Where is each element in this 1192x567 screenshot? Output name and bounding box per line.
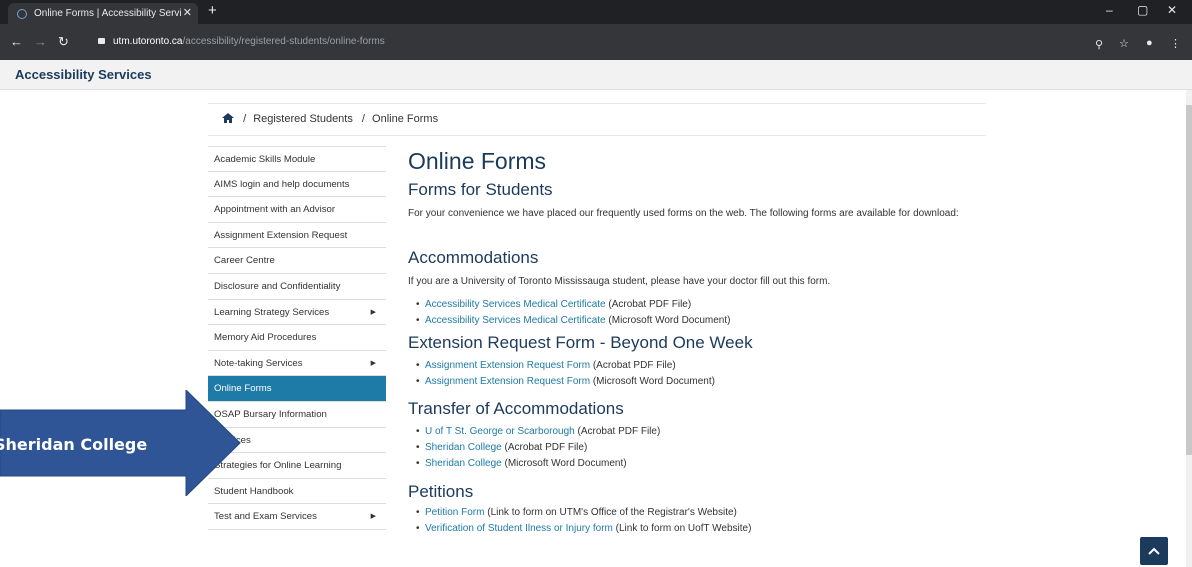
maximize-icon[interactable]: ▢ (1137, 3, 1148, 17)
file-type-note: (Acrobat PDF File) (590, 360, 676, 371)
petitions-list: Petition Form (Link to form on UTM's Off… (408, 505, 978, 537)
home-icon[interactable] (222, 113, 234, 123)
sidebar-item-label: Disclosure and Confidentiality (214, 280, 341, 292)
sidebar-item-learning-strategy[interactable]: Learning Strategy Services ▶ (208, 300, 386, 326)
sidebar-item-label: Appointment with an Advisor (214, 204, 336, 216)
forms-for-students-heading: Forms for Students (408, 180, 553, 199)
accommodations-list: Accessibility Services Medical Certifica… (408, 297, 978, 333)
site-title[interactable]: Accessibility Services (15, 67, 152, 82)
breadcrumb-online-forms: Online Forms (372, 113, 439, 125)
verification-illness-link[interactable]: Verification of Student Ilness or Injury… (425, 523, 613, 534)
lock-icon (98, 38, 105, 44)
list-item: Petition Form (Link to form on UTM's Off… (408, 505, 978, 521)
accommodations-text: If you are a University of Toronto Missi… (408, 276, 831, 287)
sidebar-item-aims-login[interactable]: AIMS login and help documents (208, 172, 386, 198)
chevron-right-icon: ▶ (370, 513, 376, 521)
uoft-st-george-link[interactable]: U of T St. George or Scarborough (425, 426, 575, 437)
file-type-note: (Acrobat PDF File) (574, 426, 661, 437)
link-note: (Link to form on UofT Website) (612, 523, 752, 534)
list-item: Sheridan College (Acrobat PDF File) (408, 440, 978, 456)
forward-icon[interactable]: → (34, 35, 47, 48)
file-type-note: (Acrobat PDF File) (605, 299, 692, 310)
link-note: (Link to form on UTM's Office of the Reg… (484, 507, 737, 518)
url-path: /accessibility/registered-students/onlin… (182, 36, 385, 47)
extension-form-doc-link[interactable]: Assignment Extension Request Form (425, 376, 590, 387)
list-item: Accessibility Services Medical Certifica… (408, 313, 978, 329)
extension-list: Assignment Extension Request Form (Acrob… (408, 358, 978, 399)
breadcrumb: / Registered Students / Online Forms (208, 103, 986, 136)
file-type-note: (Microsoft Word Document) (501, 458, 627, 469)
minimize-icon[interactable]: – (1106, 3, 1113, 17)
main-content: Online Forms Forms for Students For your… (408, 148, 978, 537)
medical-certificate-pdf-link[interactable]: Accessibility Services Medical Certifica… (425, 299, 606, 310)
sheridan-college-pdf-link[interactable]: Sheridan College (425, 442, 502, 453)
menu-kebab-icon[interactable]: ⋮ (1170, 37, 1181, 50)
list-item: U of T St. George or Scarborough (Acroba… (408, 424, 978, 440)
address-bar[interactable]: utm.utoronto.ca/accessibility/registered… (86, 30, 1176, 54)
sidebar-item-label: Assignment Extension Request (214, 229, 348, 241)
list-item: Accessibility Services Medical Certifica… (408, 297, 978, 313)
sidebar-item-label: Note-taking Services (214, 357, 303, 369)
transfer-list: U of T St. George or Scarborough (Acroba… (408, 424, 978, 482)
sidebar-item-note-taking[interactable]: Note-taking Services ▶ (208, 351, 386, 377)
sidebar-item-appointment[interactable]: Appointment with an Advisor (208, 197, 386, 223)
file-type-note: (Acrobat PDF File) (501, 442, 588, 453)
sidebar-item-assignment-extension[interactable]: Assignment Extension Request (208, 223, 386, 249)
file-type-note: (Microsoft Word Document) (605, 315, 731, 326)
chevron-right-icon: ▶ (370, 308, 376, 316)
tab-title: Online Forms | Accessibility Servi (34, 8, 182, 19)
sidebar-item-test-exam[interactable]: Test and Exam Services ▶ (208, 504, 386, 530)
sidebar-item-label: Learning Strategy Services (214, 306, 330, 318)
back-to-top-button[interactable] (1140, 537, 1168, 565)
new-tab-icon[interactable]: + (208, 2, 217, 19)
site-header: Accessibility Services (0, 60, 1192, 90)
browser-toolbar: ← → ↻ utm.utoronto.ca/accessibility/regi… (0, 24, 1192, 60)
extension-form-pdf-link[interactable]: Assignment Extension Request Form (425, 360, 590, 371)
reload-icon[interactable]: ↻ (58, 35, 69, 48)
list-item: Assignment Extension Request Form (Micro… (408, 374, 978, 390)
medical-certificate-doc-link[interactable]: Accessibility Services Medical Certifica… (425, 315, 606, 326)
callout-text: Sheridan College (0, 435, 148, 454)
close-window-icon[interactable]: ✕ (1167, 3, 1177, 17)
chevron-up-icon (1148, 547, 1160, 555)
sidebar-item-career-centre[interactable]: Career Centre (208, 248, 386, 274)
bookmark-star-icon[interactable]: ☆ (1119, 37, 1129, 50)
file-type-note: (Microsoft Word Document) (590, 376, 715, 387)
sidebar-item-memory-aid[interactable]: Memory Aid Procedures (208, 325, 386, 351)
sidebar-item-label: AIMS login and help documents (214, 178, 350, 190)
close-tab-icon[interactable]: ✕ (183, 3, 192, 24)
transfer-heading: Transfer of Accommodations (408, 399, 624, 418)
sidebar-item-label: Career Centre (214, 255, 275, 267)
zoom-icon[interactable]: ⚲ (1095, 38, 1103, 51)
accommodations-heading: Accommodations (408, 248, 539, 267)
browser-tab-strip: Online Forms | Accessibility Servi ✕ + –… (0, 0, 1192, 24)
extension-heading: Extension Request Form - Beyond One Week (408, 333, 753, 352)
breadcrumb-separator: / (243, 113, 247, 125)
url-host: utm.utoronto.ca (113, 36, 183, 47)
back-icon[interactable]: ← (10, 35, 23, 48)
sidebar-item-academic-skills-module[interactable]: Academic Skills Module (208, 146, 386, 172)
sidebar-item-label: Academic Skills Module (214, 154, 316, 165)
sheridan-college-doc-link[interactable]: Sheridan College (425, 458, 502, 469)
list-item: Verification of Student Ilness or Injury… (408, 521, 978, 537)
chevron-right-icon: ▶ (370, 359, 376, 367)
list-item: Sheridan College (Microsoft Word Documen… (408, 456, 978, 472)
petitions-heading: Petitions (408, 482, 474, 501)
breadcrumb-separator: / (361, 113, 365, 125)
browser-tab[interactable]: Online Forms | Accessibility Servi ✕ (8, 3, 198, 24)
sidebar-item-label: Test and Exam Services (214, 511, 317, 523)
intro-text: For your convenience we have placed our … (408, 208, 959, 219)
page-scrollbar-thumb[interactable] (1186, 105, 1192, 455)
petition-form-link[interactable]: Petition Form (425, 507, 484, 518)
tab-favicon-icon (17, 9, 27, 19)
list-item: Assignment Extension Request Form (Acrob… (408, 358, 978, 374)
sidebar-item-label: Memory Aid Procedures (214, 332, 317, 344)
page-title: Online Forms (408, 148, 547, 174)
breadcrumb-registered-students[interactable]: Registered Students (253, 113, 353, 125)
profile-icon[interactable]: ● (1146, 37, 1153, 49)
sidebar-item-disclosure[interactable]: Disclosure and Confidentiality (208, 274, 386, 300)
